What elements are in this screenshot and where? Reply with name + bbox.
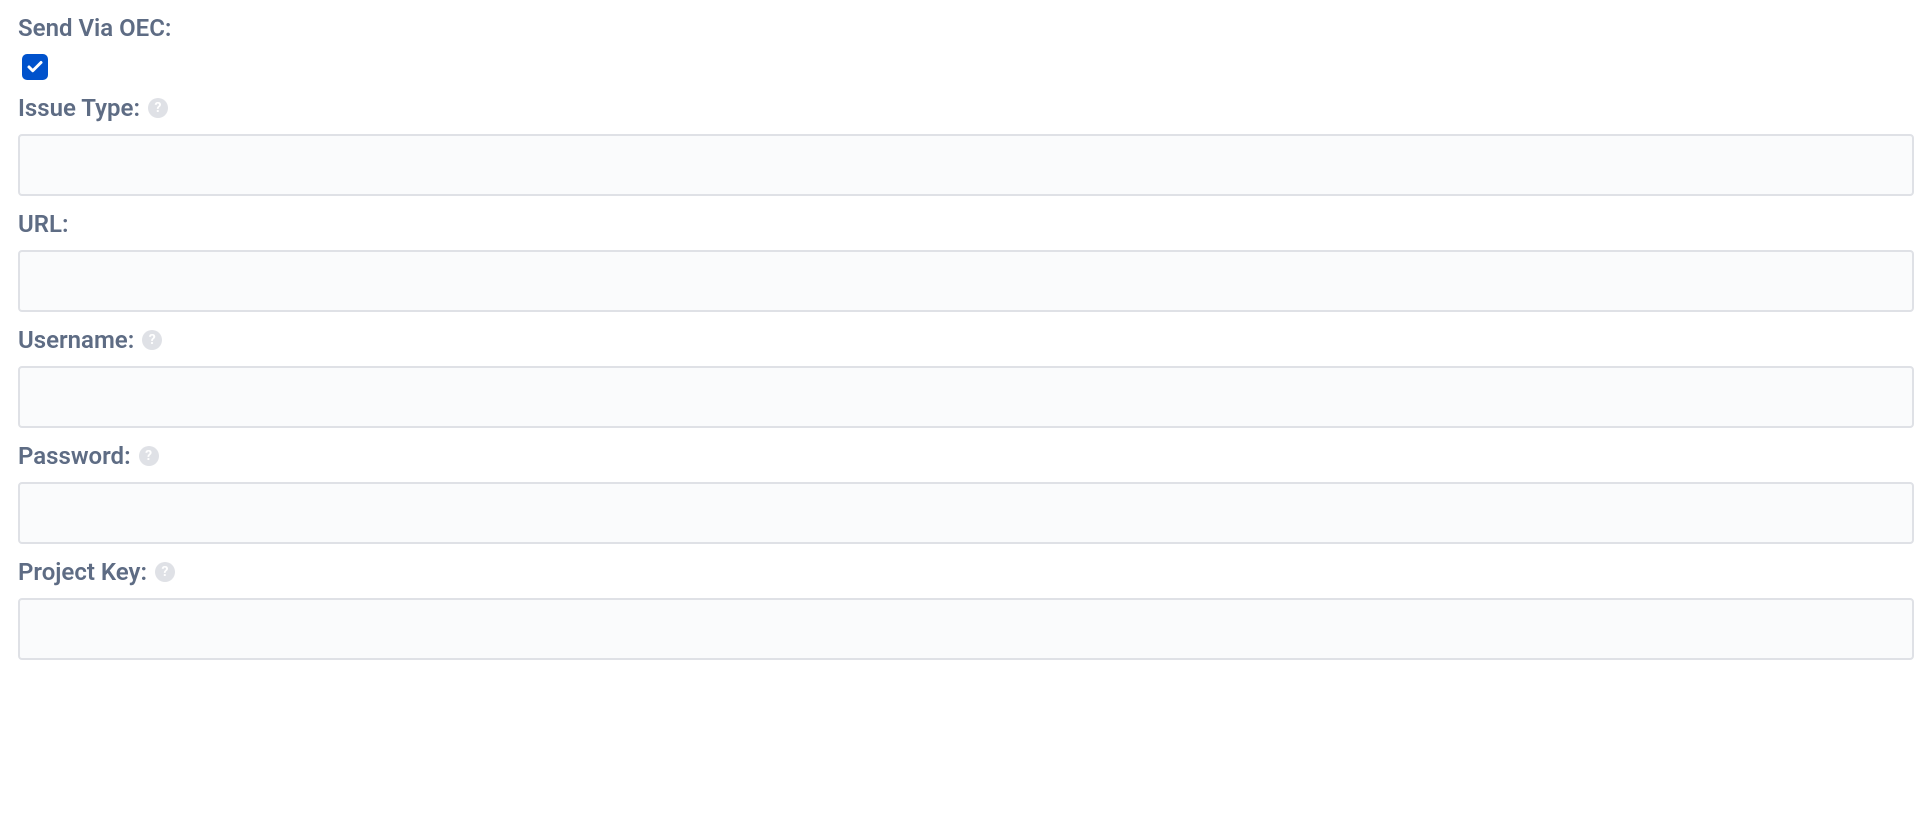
password-label: Password: ? <box>18 442 1914 470</box>
send-via-oec-label: Send Via OEC: <box>18 14 1914 42</box>
username-label: Username: ? <box>18 326 1914 354</box>
send-via-oec-checkbox[interactable] <box>22 54 48 80</box>
issue-type-label: Issue Type: ? <box>18 94 1914 122</box>
project-key-label: Project Key: ? <box>18 558 1914 586</box>
password-input[interactable] <box>18 482 1914 544</box>
help-icon[interactable]: ? <box>142 330 162 350</box>
field-url: URL: <box>18 210 1914 312</box>
label-text: URL: <box>18 210 69 238</box>
field-project-key: Project Key: ? <box>18 558 1914 660</box>
help-icon[interactable]: ? <box>155 562 175 582</box>
field-issue-type: Issue Type: ? <box>18 94 1914 196</box>
label-text: Send Via OEC: <box>18 14 171 42</box>
help-icon[interactable]: ? <box>139 446 159 466</box>
label-text: Project Key: <box>18 558 147 586</box>
label-text: Issue Type: <box>18 94 140 122</box>
field-username: Username: ? <box>18 326 1914 428</box>
url-input[interactable] <box>18 250 1914 312</box>
issue-type-input[interactable] <box>18 134 1914 196</box>
label-text: Username: <box>18 326 134 354</box>
check-icon <box>26 58 44 76</box>
project-key-input[interactable] <box>18 598 1914 660</box>
checkbox-wrap <box>18 54 1914 80</box>
field-send-via-oec: Send Via OEC: <box>18 14 1914 80</box>
field-password: Password: ? <box>18 442 1914 544</box>
url-label: URL: <box>18 210 1914 238</box>
help-icon[interactable]: ? <box>148 98 168 118</box>
label-text: Password: <box>18 442 131 470</box>
username-input[interactable] <box>18 366 1914 428</box>
